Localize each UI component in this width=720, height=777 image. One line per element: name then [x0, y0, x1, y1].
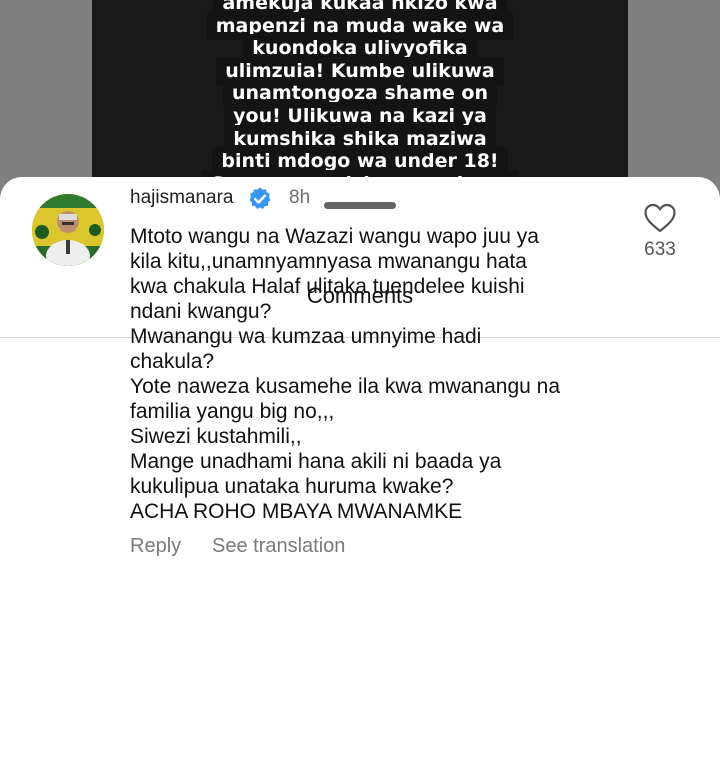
comment-body: Mtoto wangu na Wazazi wangu wapo juu ya k… — [130, 224, 630, 524]
comment-text-line: kila kitu,,unamnyamnyasa mwanangu hata — [130, 250, 527, 273]
comment-text-line: familia yangu big no,,, — [130, 400, 335, 423]
caption-line: mapenzi na muda wake wa — [209, 14, 511, 37]
verified-badge-icon — [249, 187, 271, 209]
avatar-image-icon — [32, 194, 104, 266]
comment-username[interactable]: hajismanara — [130, 187, 234, 209]
comment-text-line: Mwanangu wa kumzaa umnyime hadi — [130, 325, 482, 348]
comment-text-line: Siwezi kustahmili,, — [130, 425, 302, 448]
comment-text-line: Mtoto wangu na Wazazi wangu wapo juu ya — [130, 225, 539, 248]
like-count: 633 — [644, 239, 676, 260]
caption-line: unamtongoza shame on — [225, 82, 495, 105]
caption-line: you! Ulikuwa na kazi ya — [227, 104, 493, 127]
caption-line: amekuja kukaa nkizo kwa — [216, 0, 504, 14]
comment-text-line: kukulipua unataka huruma kwake? — [130, 475, 454, 498]
comment-text-line: kwa chakula Halaf ulitaka tuendelee kuis… — [130, 275, 525, 298]
comment-text-line: Mange unadhami hana akili ni baada ya — [130, 450, 502, 473]
caption-line: binti mdogo wa under 18! — [215, 150, 505, 173]
comment-text-line: chakula? — [130, 350, 215, 373]
comment-text-line: ndani kwangu? — [130, 300, 272, 323]
heart-outline-icon[interactable] — [643, 202, 677, 234]
comment-text-line: Yote naweza kusamehe ila kwa mwanangu na — [130, 375, 560, 398]
video-caption-overlay: amekuja kukaa nkizo kwa mapenzi na muda w… — [92, 0, 628, 195]
comment-timestamp: 8h — [289, 187, 311, 208]
caption-line: ulimzuia! Kumbe ulikuwa — [219, 59, 501, 82]
avatar[interactable] — [32, 194, 104, 266]
comment-text-line: ACHA ROHO MBAYA MWANAMKE — [130, 500, 463, 523]
caption-line: kuondoka ulivyofika — [246, 37, 474, 60]
see-translation-button[interactable]: See translation — [212, 535, 345, 558]
caption-line: kumshika shika maziwa — [227, 127, 493, 150]
reply-button[interactable]: Reply — [130, 535, 181, 558]
sheet-drag-handle[interactable] — [324, 202, 396, 209]
